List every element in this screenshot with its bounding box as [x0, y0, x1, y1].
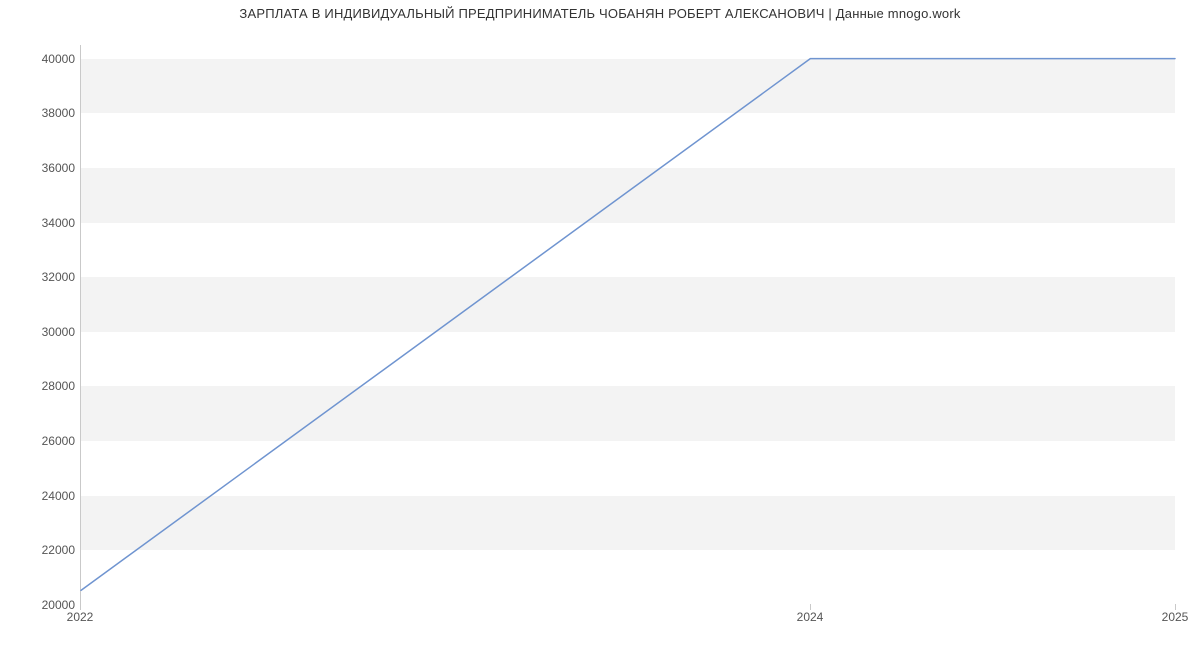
chart-container: ЗАРПЛАТА В ИНДИВИДУАЛЬНЫЙ ПРЕДПРИНИМАТЕЛ…: [0, 0, 1200, 650]
y-tick-label: 38000: [15, 106, 75, 120]
x-tick-mark: [810, 604, 811, 610]
series-line: [81, 59, 1175, 591]
x-tick-label: 2024: [797, 610, 824, 624]
y-tick-label: 34000: [15, 216, 75, 230]
y-tick-label: 22000: [15, 543, 75, 557]
x-tick-label: 2025: [1162, 610, 1189, 624]
y-tick-label: 32000: [15, 270, 75, 284]
x-tick-mark: [80, 604, 81, 610]
plot-area: [80, 45, 1175, 605]
x-tick-mark: [1175, 604, 1176, 610]
y-tick-label: 30000: [15, 325, 75, 339]
y-tick-label: 26000: [15, 434, 75, 448]
x-tick-label: 2022: [67, 610, 94, 624]
y-tick-label: 36000: [15, 161, 75, 175]
y-tick-label: 28000: [15, 379, 75, 393]
chart-title: ЗАРПЛАТА В ИНДИВИДУАЛЬНЫЙ ПРЕДПРИНИМАТЕЛ…: [0, 6, 1200, 21]
y-tick-label: 24000: [15, 489, 75, 503]
y-tick-label: 40000: [15, 52, 75, 66]
line-layer: [81, 45, 1175, 604]
